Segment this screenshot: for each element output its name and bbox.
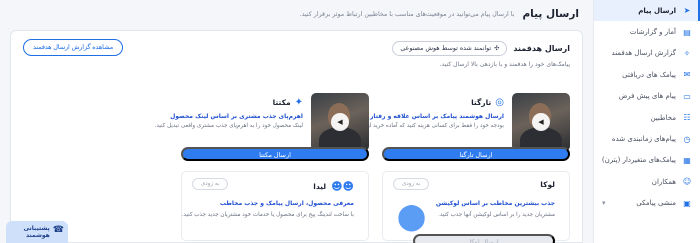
video-thumbnail[interactable]: ◀: [311, 93, 369, 151]
send-targeta-button[interactable]: ارسال تارگتا: [382, 147, 570, 161]
coming-soon-badge: به زودی: [192, 178, 229, 190]
inbox-icon: ✉: [683, 70, 691, 80]
send-icon: ➤: [683, 6, 691, 16]
sidebar-item-targeted-report[interactable]: ✧ گزارش ارسال هدفمند: [594, 43, 700, 64]
sidebar-item-label: همکاران: [651, 177, 676, 186]
send-mokta-button[interactable]: ارسال مکتتا: [181, 147, 369, 161]
targeted-send-panel: ارسال هدفمند ✣ توانمند شده توسط هوش مصنو…: [10, 30, 583, 243]
sidebar-item-label: مخاطبین: [650, 113, 676, 122]
sidebar-item-contacts[interactable]: ☷ مخاطبین: [594, 107, 700, 128]
card-title: تارگتا: [471, 97, 492, 107]
card-mokta: ◀ ✦ مکتتا اهرم‌پای جذب مشتری بر اساس لین…: [154, 93, 369, 163]
magic-wand-icon: ✦: [294, 96, 303, 108]
page-header: ارسال پیام با ارسال پیام می‌توانید در مو…: [10, 5, 579, 23]
contacts-icon: ☷: [683, 113, 691, 123]
sidebar-item-inbox[interactable]: ✉ پیامک های دریافتی: [594, 64, 700, 85]
sidebar-item-label: منشی پیامکی: [636, 199, 676, 208]
card-subtitle: معرفی محصول، ارسال پیامک و جذب مخاطب: [219, 200, 354, 207]
sidebar-item-patterns[interactable]: ▦ پیامک‌های متغیردار (پترن): [594, 150, 700, 171]
sidebar-item-label: پیامک های دریافتی: [622, 70, 676, 79]
view-targeted-report-button[interactable]: مشاهده گزارش ارسال هدفمند: [23, 39, 124, 56]
secretary-icon: ▣: [683, 198, 691, 208]
sidebar-item-label: گزارش ارسال هدفمند: [611, 49, 676, 58]
card-info: ✦ مکتتا اهرم‌پای جذب مشتری بر اساس لینک …: [154, 95, 303, 130]
sidebar-item-label: آمار و گزارشات: [629, 28, 676, 37]
card-targeta: ◀ ◎ تارگتا ارسال هوشمند پیامک بر اساس عل…: [337, 93, 570, 163]
send-luka-button: ارسال لوکا: [413, 234, 555, 243]
message-icon: ▭: [683, 91, 691, 101]
support-bot-icon: ☎: [52, 225, 64, 235]
sidebar-item-label: پیام های پیش فرض: [618, 92, 676, 101]
smart-support-widget[interactable]: ☎ پشتیبانی هوشمند: [6, 221, 68, 243]
card-subtitle: جذب بیشترین مخاطب بر اساس لوکیشن: [435, 200, 555, 207]
ai-badge-label: توانمند شده توسط هوش مصنوعی: [400, 44, 492, 52]
support-label: پشتیبانی هوشمند: [23, 225, 50, 239]
target-icon: ◎: [495, 96, 504, 108]
play-icon[interactable]: ◀: [331, 113, 349, 131]
sidebar-item-send-message[interactable]: ➤ ارسال پیام: [594, 0, 700, 22]
pattern-icon: ▦: [683, 155, 691, 165]
card-description: با ساخت لندینگ پیج برای محصول یا خدمات خ…: [181, 212, 354, 218]
location-pin-icon: ⬤: [397, 202, 427, 232]
panel-header: ارسال هدفمند ✣ توانمند شده توسط هوش مصنو…: [23, 39, 570, 57]
card-description: لینک محصول خود را به اهرم‌پای جذب مشتری …: [154, 123, 303, 129]
sidebar-item-scheduled[interactable]: ◷ پیام‌های زمانبندی شده: [594, 128, 700, 149]
sidebar-item-sms-secretary[interactable]: ▣ منشی پیامکی ▾: [594, 193, 700, 214]
card-lida: ☻☻ لیدا به زودی معرفی محصول، ارسال پیامک…: [181, 171, 369, 241]
card-luka: لوکا به زودی جذب بیشترین مخاطب بر اساس ل…: [382, 171, 570, 243]
sidebar: ➤ ارسال پیام ▤ آمار و گزارشات ✧ گزارش ار…: [593, 0, 700, 243]
card-subtitle: اهرم‌پای جذب مشتری بر اساس لینک محصول: [170, 113, 303, 120]
sidebar-item-label: ارسال پیام: [638, 6, 676, 15]
sidebar-item-stats[interactable]: ▤ آمار و گزارشات: [594, 21, 700, 42]
sidebar-item-label: پیام‌های زمانبندی شده: [611, 135, 676, 144]
chart-icon: ▤: [683, 27, 691, 37]
clock-icon: ◷: [683, 134, 691, 144]
card-title: لوکا: [540, 180, 555, 189]
page-subtitle: با ارسال پیام می‌توانید در موقعیت‌های من…: [299, 10, 515, 18]
main-content: ارسال پیام با ارسال پیام می‌توانید در مو…: [0, 0, 593, 243]
ai-sparkle-icon: ✣: [494, 44, 500, 52]
play-icon[interactable]: ◀: [532, 113, 550, 131]
video-thumbnail[interactable]: ◀: [512, 93, 570, 151]
sidebar-item-label: پیامک‌های متغیردار (پترن): [601, 156, 676, 165]
card-subtitle: ارسال هوشمند پیامک بر اساس علاقه و رفتار…: [341, 113, 504, 120]
panel-title: ارسال هدفمند: [513, 43, 570, 53]
sidebar-item-default-messages[interactable]: ▭ پیام های پیش فرض: [594, 86, 700, 107]
users-icon: ☺: [682, 177, 692, 187]
ai-badge: ✣ توانمند شده توسط هوش مصنوعی: [392, 40, 508, 56]
page-title: ارسال پیام: [522, 8, 579, 20]
people-icon: ☻☻: [331, 180, 354, 193]
sidebar-item-colleagues[interactable]: ☺ همکاران: [594, 171, 700, 192]
coming-soon-badge: به زودی: [393, 178, 430, 190]
card-description: مشتریان جدید را بر اساس لوکیشن آنها جذب …: [438, 212, 555, 218]
card-title: مکتتا: [272, 97, 291, 107]
card-description: بودجه خود را فقط برای کسانی هزینه کنید ک…: [337, 123, 504, 129]
card-title: لیدا: [313, 182, 327, 191]
panel-description: پیامک‌های خود را هدفمند و با بازدهی بالا…: [439, 61, 570, 68]
sparkle-icon: ✧: [683, 48, 691, 58]
chevron-down-icon: ▾: [602, 199, 606, 208]
card-info: ◎ تارگتا ارسال هوشمند پیامک بر اساس علاق…: [337, 95, 504, 130]
